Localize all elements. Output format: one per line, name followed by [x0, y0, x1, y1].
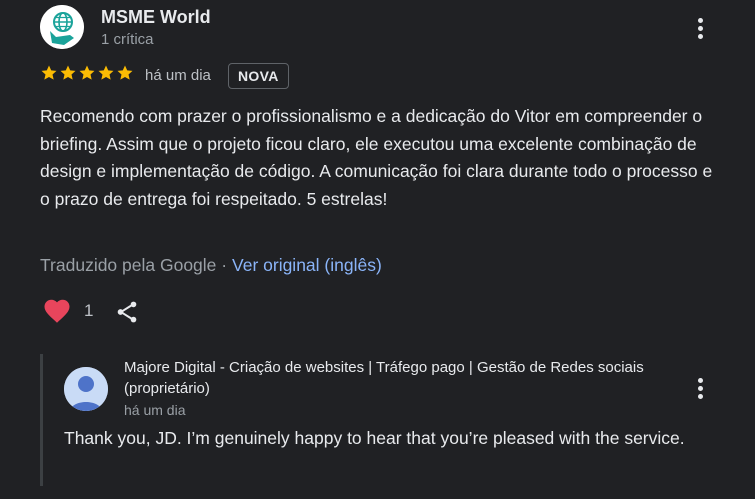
review-text: Recomendo com prazer o profissionalismo …	[40, 106, 713, 209]
reply-divider-bar	[40, 354, 43, 486]
view-original-link[interactable]: Ver original (inglês)	[232, 255, 382, 275]
star-icon	[60, 65, 76, 80]
separator-dot: ·	[221, 255, 228, 275]
reviewer-avatar[interactable]	[40, 5, 84, 49]
new-badge: NOVA	[228, 63, 289, 89]
review-time: há um dia	[145, 67, 211, 84]
star-rating	[40, 64, 134, 82]
like-count: 1	[84, 301, 94, 320]
star-icon	[79, 65, 95, 80]
more-vert-icon	[697, 377, 703, 383]
star-icon	[98, 65, 114, 80]
reply-text: Thank you, JD. I’m genuinely happy to he…	[64, 428, 685, 448]
globe-hand-logo-icon	[40, 5, 84, 49]
star-icon	[117, 65, 133, 80]
heart-icon[interactable]	[42, 296, 72, 326]
owner-name[interactable]: Majore Digital - Criação de websites | T…	[124, 357, 664, 399]
person-avatar-icon	[64, 367, 108, 411]
reviewer-review-count: 1 crítica	[101, 31, 154, 48]
share-icon[interactable]	[114, 299, 140, 325]
star-icon	[41, 65, 57, 80]
owner-avatar[interactable]	[64, 367, 108, 411]
translated-by-label: Traduzido pela Google	[40, 255, 217, 275]
more-vert-icon	[697, 17, 703, 23]
reviewer-name[interactable]: MSME World	[101, 7, 211, 28]
review-more-options-button[interactable]	[688, 14, 712, 42]
reply-time: há um dia	[124, 402, 186, 418]
reply-more-options-button[interactable]	[688, 374, 712, 402]
translation-line: Traduzido pela Google · Ver original (in…	[40, 255, 382, 276]
